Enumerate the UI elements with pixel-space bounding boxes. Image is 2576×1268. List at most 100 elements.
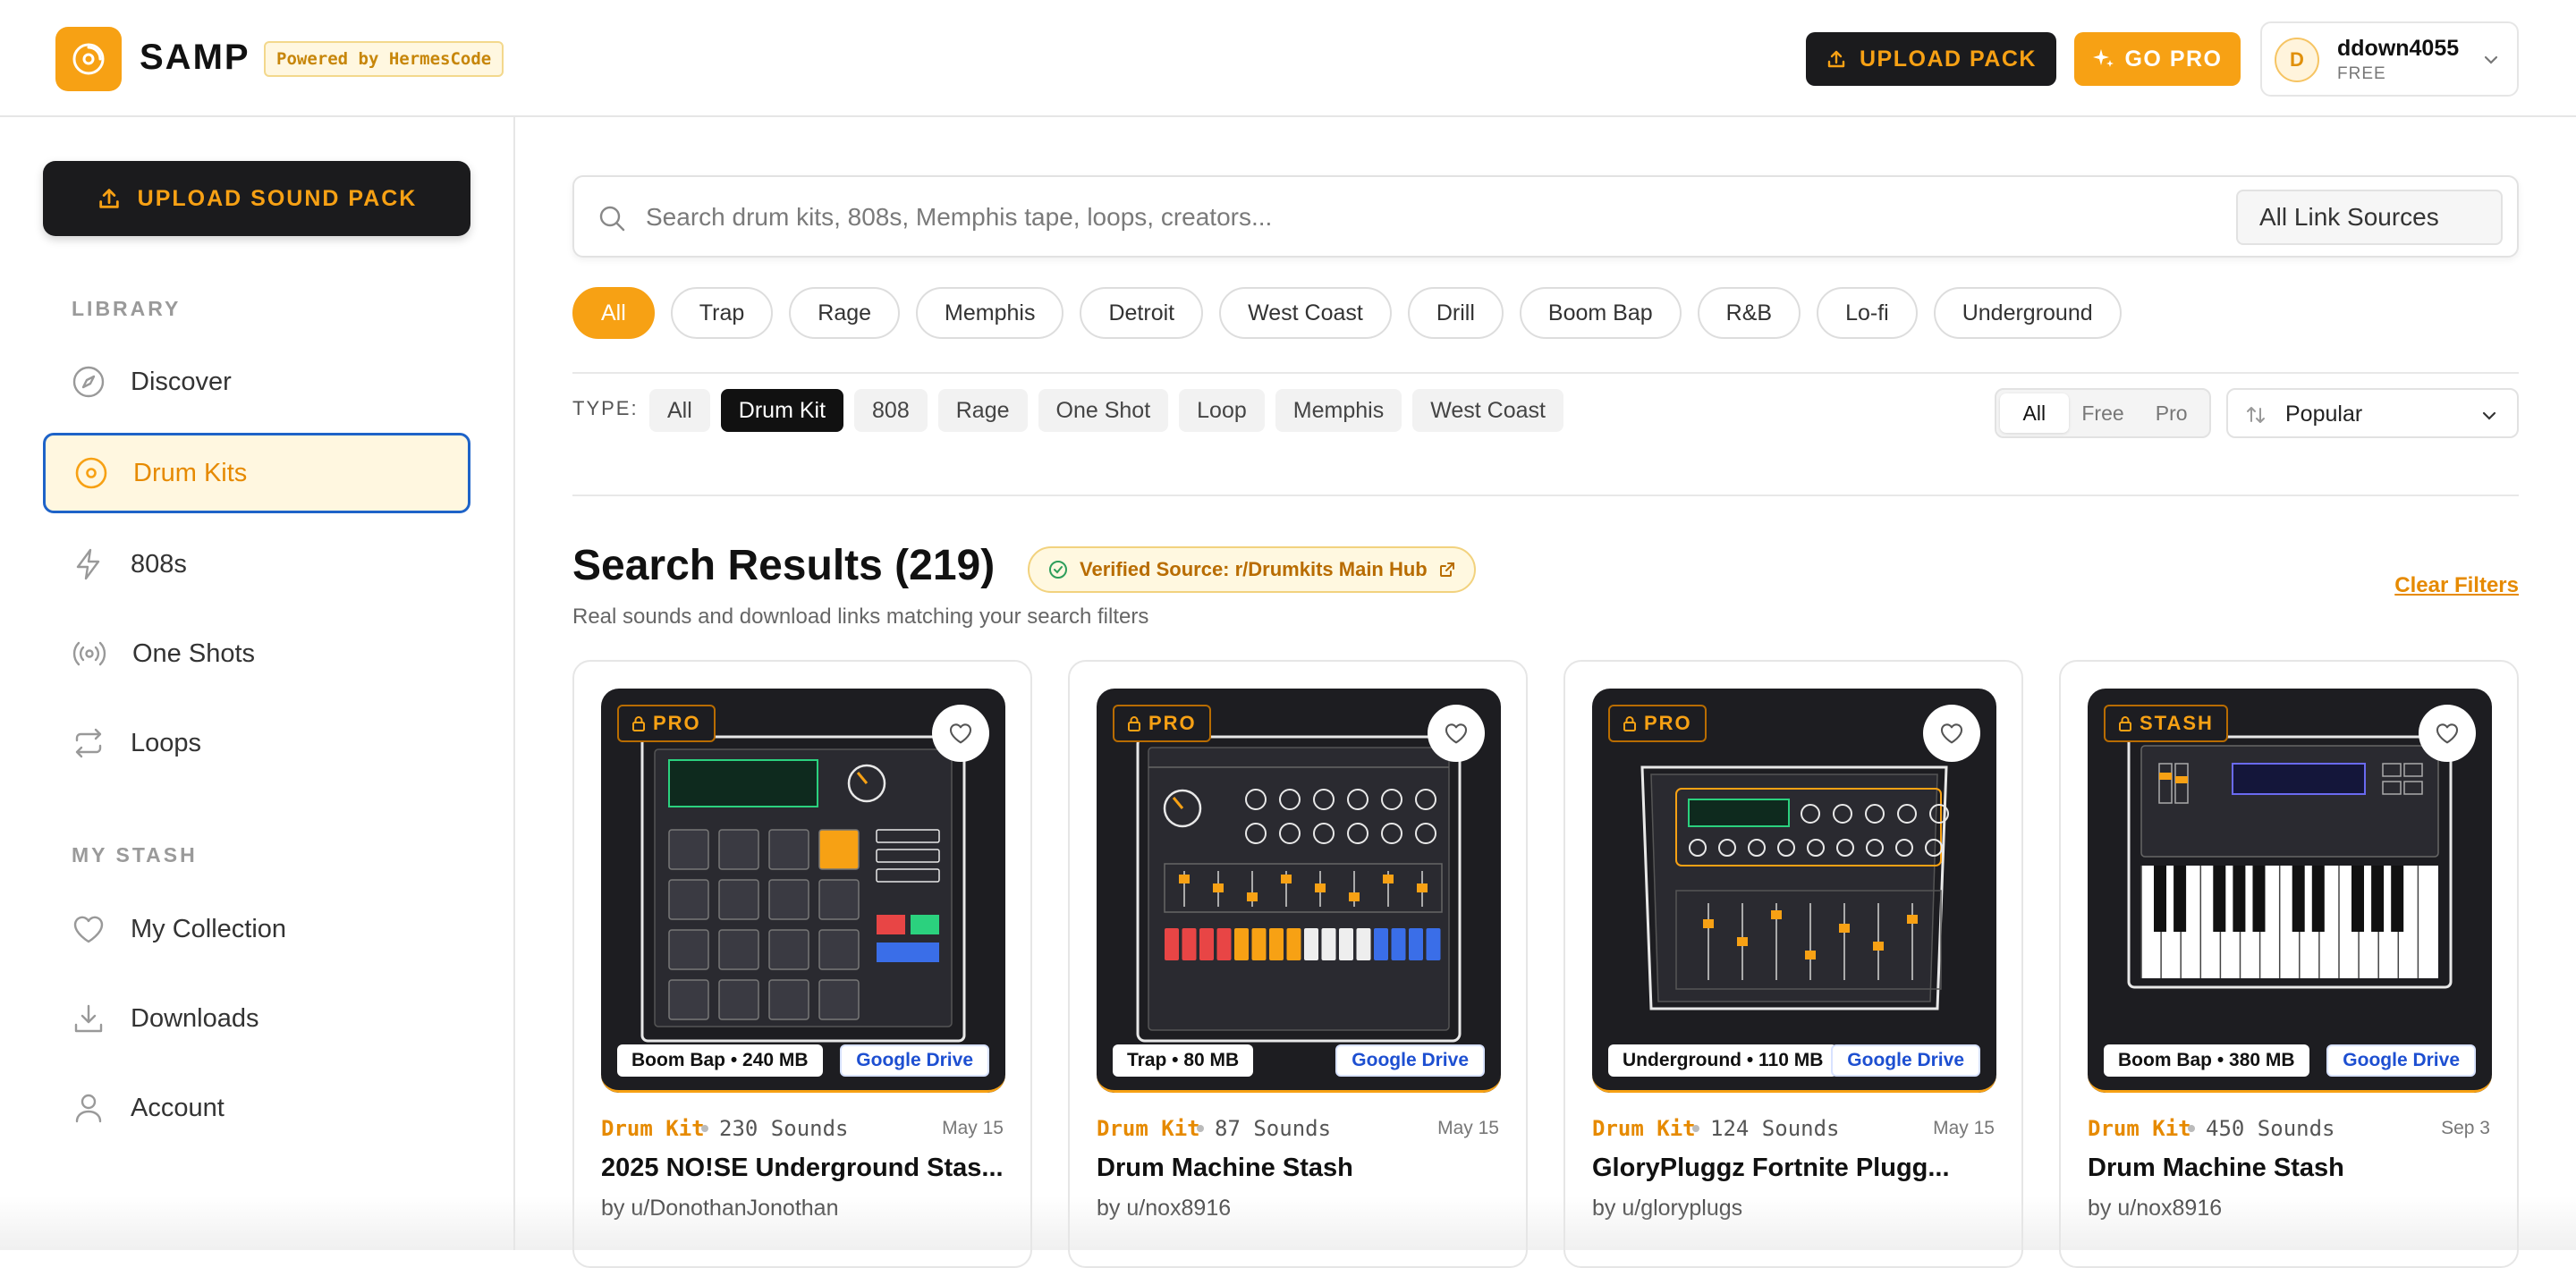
card-title[interactable]: Drum Machine Stash [2088,1154,2496,1183]
sidebar-item-label: Drum Kits [133,459,247,488]
search-bar: All Link Sources [572,175,2519,258]
lock-icon [631,715,646,731]
type-chip[interactable]: 808 [854,389,928,432]
upload-sound-pack-button[interactable]: UPLOAD SOUND PACK [43,161,470,236]
price-option[interactable]: All [2000,393,2069,433]
lock-icon [2118,715,2132,731]
sidebar-item-808s[interactable]: 808s [43,524,470,604]
link-source-pill[interactable]: Google Drive [840,1044,989,1077]
genre-size-pill: Underground • 110 MB [1608,1044,1837,1077]
tier-badge: PRO [617,705,716,742]
logo-icon[interactable] [55,27,122,91]
card-title[interactable]: Drum Machine Stash [1097,1154,1504,1183]
go-pro-button[interactable]: GO PRO [2074,32,2241,86]
genre-chip[interactable]: Detroit [1080,287,1203,339]
genre-chip[interactable]: Boom Bap [1520,287,1682,339]
price-option[interactable]: Free [2069,393,2138,433]
separator-dot [1197,1125,1204,1132]
sound-count: 230 Sounds [719,1116,849,1141]
result-card[interactable]: PROTrap • 80 MBGoogle DriveDrum Kit87 So… [1068,660,1528,1268]
sort-dropdown[interactable]: Popular [2226,388,2519,438]
card-title[interactable]: GloryPluggz Fortnite Plugg... [1592,1154,2000,1183]
upload-pack-button[interactable]: UPLOAD PACK [1806,32,2056,86]
sidebar-item-my-collection[interactable]: My Collection [43,889,470,969]
card-artwork [1132,731,1465,1069]
card-thumbnail[interactable]: PRO Boom Bap • 240 MB Google Drive [601,689,1005,1093]
type-chip[interactable]: Rage [938,389,1028,432]
upload-icon [97,186,122,211]
link-source-pill[interactable]: Google Drive [1335,1044,1485,1077]
genre-chip[interactable]: Trap [671,287,773,339]
library-section-label: LIBRARY [72,297,181,321]
card-date: May 15 [942,1118,1004,1139]
genre-size-pill: Trap • 80 MB [1113,1044,1253,1077]
type-chip[interactable]: Loop [1179,389,1265,432]
search-input[interactable] [646,195,2256,240]
sound-count: 450 Sounds [2206,1116,2335,1141]
user-menu[interactable]: D ddown4055 FREE [2260,21,2519,97]
link-source-pill[interactable]: Google Drive [2326,1044,2476,1077]
favorite-button[interactable] [2419,705,2476,762]
upload-sound-pack-label: UPLOAD SOUND PACK [138,186,418,212]
sidebar-item-loops[interactable]: Loops [43,703,470,783]
card-date: May 15 [1437,1118,1499,1139]
card-type: Drum Kit [601,1116,705,1141]
lock-icon [1623,715,1637,731]
sound-count: 87 Sounds [1215,1116,1331,1141]
sidebar-item-discover[interactable]: Discover [43,342,470,422]
card-date: May 15 [1933,1118,1995,1139]
result-card[interactable]: PRO Boom Bap • 240 MB Google Drive Drum Kit… [572,660,1032,1268]
genre-chip[interactable]: West Coast [1219,287,1392,339]
genre-chip[interactable]: R&B [1698,287,1801,339]
type-chip[interactable]: West Coast [1412,389,1563,432]
search-icon [597,204,626,232]
card-type: Drum Kit [1097,1116,1200,1141]
external-link-icon [1438,561,1456,579]
type-chip[interactable]: Drum Kit [721,389,843,432]
card-artwork [637,731,970,1069]
favorite-button[interactable] [1428,705,1485,762]
type-filter-bar: All Drum Kit 808RageOne ShotLoopMemphisWes… [649,389,1563,432]
sidebar-item-drum-kits[interactable]: Drum Kits [43,433,470,513]
card-title[interactable]: 2025 NO!SE Underground Stas... [601,1154,1009,1183]
link-source-select[interactable]: All Link Sources [2236,190,2503,245]
link-source-pill[interactable]: Google Drive [1831,1044,1980,1077]
heart-icon [2435,721,2460,746]
tier-badge-label: STASH [2140,712,2214,735]
sound-count: 124 Sounds [1710,1116,1840,1141]
tier-badge: PRO [1608,705,1707,742]
tier-badge-label: PRO [653,712,701,735]
heart-icon [1939,721,1964,746]
genre-size-pill: Boom Bap • 240 MB [617,1044,823,1077]
lock-icon [1127,715,1141,731]
separator-dot [2188,1125,2195,1132]
heart-icon [1444,721,1469,746]
genre-chip[interactable]: Drill [1408,287,1504,339]
result-card[interactable]: STASHBoom Bap • 380 MBGoogle DriveDrum K… [2059,660,2519,1268]
price-option[interactable]: Pro [2137,393,2206,433]
sort-label: Popular [2285,402,2362,427]
card-thumbnail[interactable]: STASHBoom Bap • 380 MBGoogle Drive [2088,689,2492,1093]
user-plan: FREE [2337,64,2386,84]
verified-source-badge[interactable]: Verified Source: r/Drumkits Main Hub [1028,546,1476,593]
clear-filters-link[interactable]: Clear Filters [2394,573,2519,598]
user-icon [72,1091,106,1125]
genre-chip[interactable]: All [572,287,655,339]
genre-chip[interactable]: Rage [789,287,900,339]
sidebar-item-account[interactable]: Account [43,1068,470,1148]
type-chip[interactable]: One Shot [1038,389,1169,432]
genre-chip[interactable]: Memphis [916,287,1063,339]
genre-chip[interactable]: Underground [1934,287,2122,339]
card-thumbnail[interactable]: PROTrap • 80 MBGoogle Drive [1097,689,1501,1093]
sidebar-item-downloads[interactable]: Downloads [43,978,470,1059]
favorite-button[interactable] [932,705,989,762]
genre-chip[interactable]: Lo-fi [1817,287,1918,339]
separator-dot [701,1125,708,1132]
result-card[interactable]: PROUnderground • 110 MBGoogle DriveDrum … [1563,660,2023,1268]
genre-filter-bar: All Trap Rage Memphis Detroit West Coast Drill… [572,287,2122,339]
type-chip[interactable]: Memphis [1275,389,1402,432]
card-thumbnail[interactable]: PRO Underground • 110 MBGoogle Drive [1592,689,1996,1093]
sidebar-item-one-shots[interactable]: One Shots [43,613,470,694]
favorite-button[interactable] [1923,705,1980,762]
type-chip[interactable]: All [649,389,710,432]
